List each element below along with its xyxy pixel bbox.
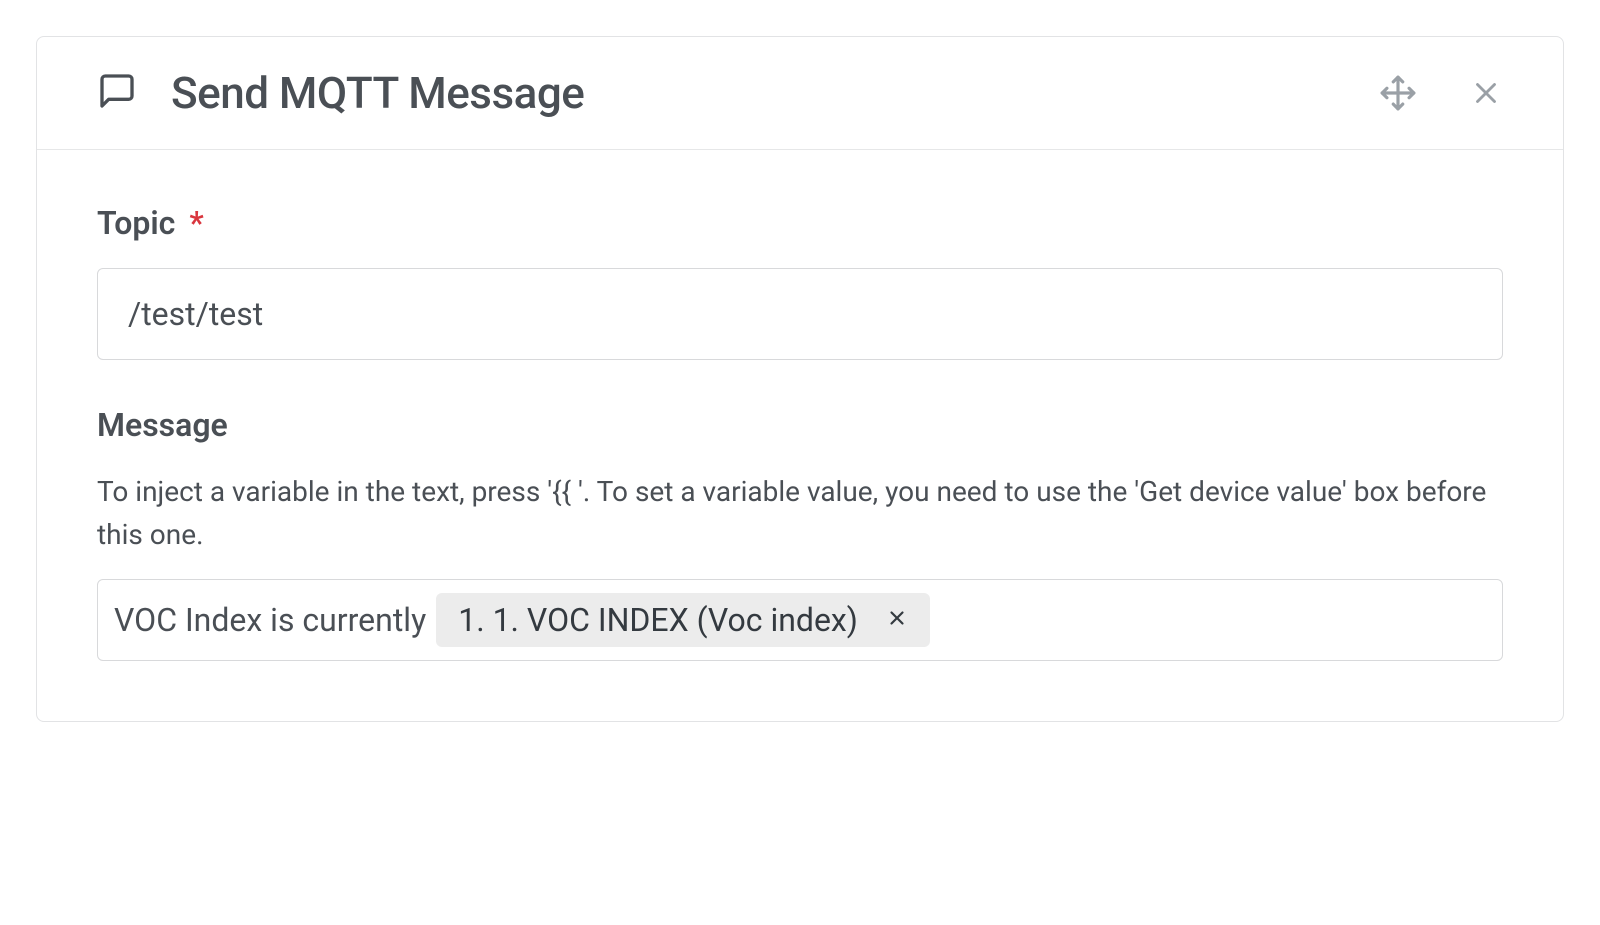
header-actions — [1379, 74, 1503, 112]
topic-input[interactable] — [97, 268, 1503, 360]
mqtt-message-card: Send MQTT Message — [36, 36, 1564, 722]
card-body: Topic * Message To inject a variable in … — [37, 150, 1563, 721]
card-header: Send MQTT Message — [37, 37, 1563, 150]
message-input[interactable]: VOC Index is currently 1. 1. VOC INDEX (… — [97, 579, 1503, 661]
card-title: Send MQTT Message — [171, 67, 584, 119]
required-asterisk: * — [189, 204, 203, 242]
chip-close-icon[interactable] — [882, 604, 912, 636]
message-label: Message — [97, 406, 1503, 444]
card-title-wrap: Send MQTT Message — [97, 67, 584, 119]
message-prefix-text: VOC Index is currently — [112, 601, 426, 639]
close-icon[interactable] — [1469, 76, 1503, 110]
variable-chip: 1. 1. VOC INDEX (Voc index) — [436, 593, 930, 647]
message-help-text: To inject a variable in the text, press … — [97, 470, 1503, 557]
topic-label: Topic * — [97, 204, 1503, 242]
variable-chip-label: 1. 1. VOC INDEX (Voc index) — [458, 601, 858, 639]
message-field: Message To inject a variable in the text… — [97, 406, 1503, 661]
message-icon — [97, 71, 137, 115]
move-icon[interactable] — [1379, 74, 1417, 112]
topic-label-text: Topic — [97, 204, 175, 242]
topic-field: Topic * — [97, 204, 1503, 360]
